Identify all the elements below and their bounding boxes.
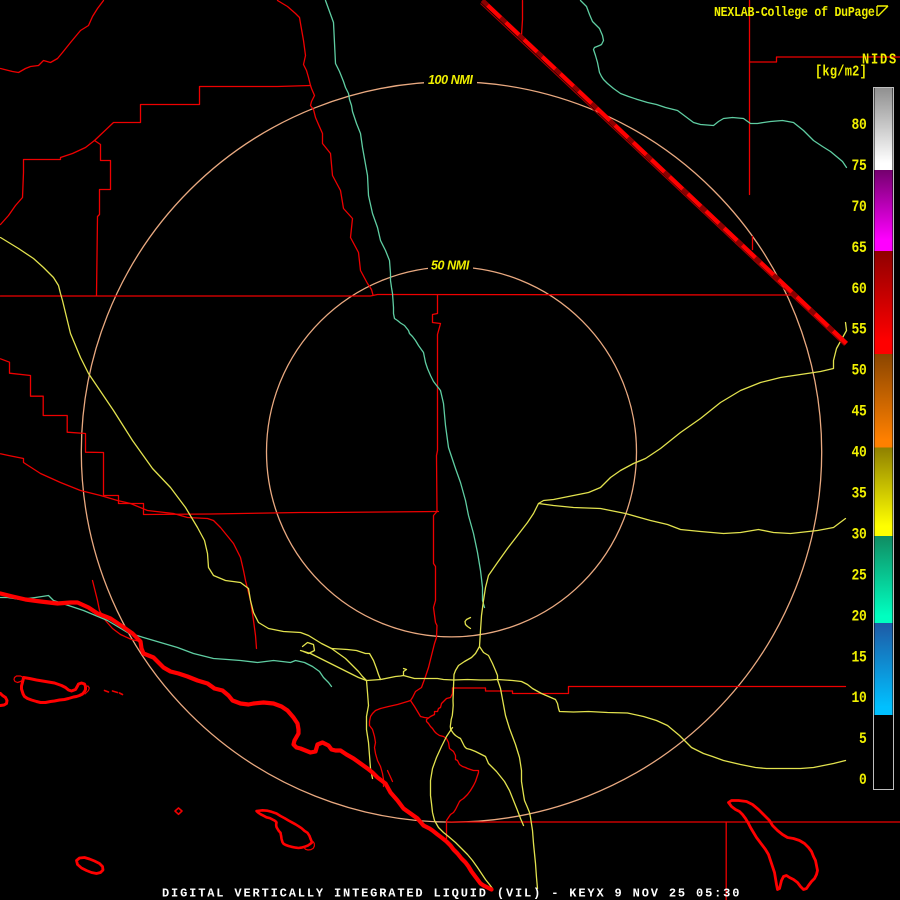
svg-text:40: 40 [852,445,867,462]
svg-text:60: 60 [852,281,867,298]
svg-text:0: 0 [859,772,866,789]
svg-text:50: 50 [852,363,867,380]
svg-text:30: 30 [852,526,867,543]
svg-text:35: 35 [852,486,867,503]
svg-text:NEXLAB-College of DuPage: NEXLAB-College of DuPage [714,4,875,20]
svg-text:10: 10 [852,690,867,707]
svg-text:[kg/m2]: [kg/m2] [815,64,867,80]
svg-text:65: 65 [852,240,867,257]
svg-text:80: 80 [852,117,867,134]
svg-text:20: 20 [852,608,867,625]
svg-text:70: 70 [852,199,867,216]
svg-text:25: 25 [852,567,867,584]
svg-text:55: 55 [852,322,867,339]
svg-text:50 NMI: 50 NMI [431,259,470,273]
svg-text:15: 15 [852,649,867,666]
svg-text:45: 45 [852,404,867,421]
svg-text:100 NMI: 100 NMI [428,73,473,87]
svg-text:DIGITAL VERTICALLY INTEGRATED: DIGITAL VERTICALLY INTEGRATED LIQUID (VI… [162,887,741,900]
svg-text:75: 75 [852,158,867,175]
svg-text:5: 5 [859,731,866,748]
svg-text:NIDS: NIDS [862,52,898,68]
